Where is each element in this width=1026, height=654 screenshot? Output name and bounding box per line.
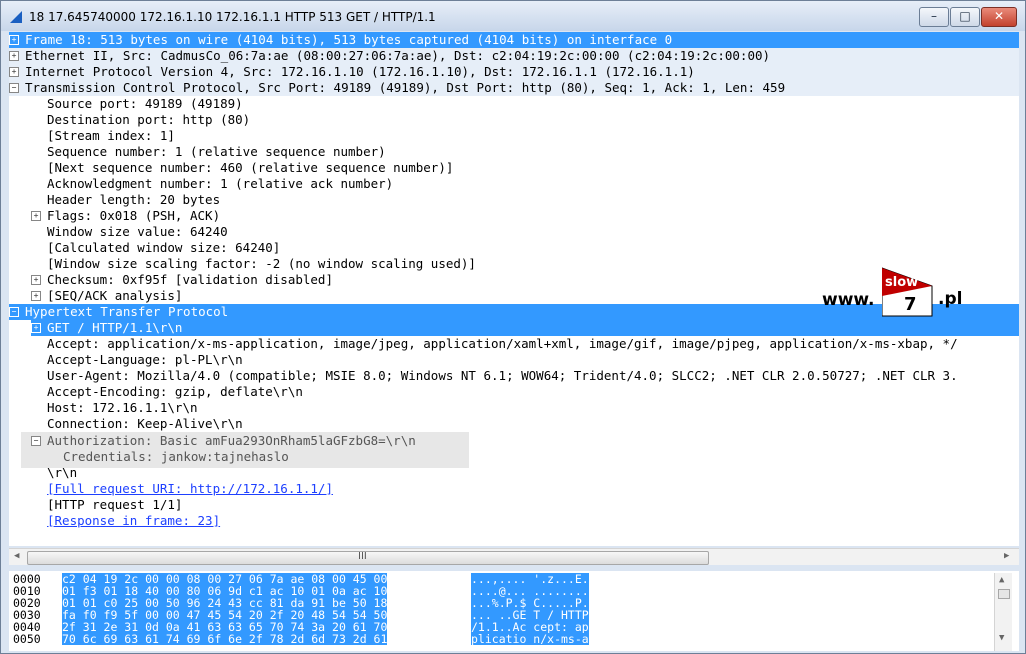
expand-icon[interactable]: + [31, 210, 41, 221]
scroll-down-icon[interactable]: ▼ [999, 633, 1004, 643]
http-user-agent[interactable]: User-Agent: Mozilla/4.0 (compatible; MSI… [47, 368, 958, 384]
tcp-header-length[interactable]: Header length: 20 bytes [47, 192, 220, 208]
hex-dump-pane[interactable]: 0000 c2 04 19 2c 00 00 08 00 27 06 7a ae … [9, 571, 1019, 651]
http-response-frame-link[interactable]: [Response in frame: 23] [47, 513, 220, 529]
tcp-checksum[interactable]: + Checksum: 0xf95f [validation disabled] [31, 272, 333, 288]
http-full-request-uri-link[interactable]: [Full request URI: http://172.16.1.1/] [47, 481, 333, 497]
tcp-ack-number[interactable]: Acknowledgment number: 1 (relative ack n… [47, 176, 393, 192]
tcp-next-sequence[interactable]: [Next sequence number: 460 (relative seq… [47, 160, 453, 176]
http-connection[interactable]: Connection: Keep-Alive\r\n [47, 416, 243, 432]
http-credentials[interactable]: Credentials: jankow:tajnehaslo [63, 449, 289, 465]
collapse-icon[interactable]: − [31, 435, 41, 446]
logo-word: slow [885, 275, 918, 290]
close-icon: ✕ [993, 9, 1005, 23]
tcp-sequence-number[interactable]: Sequence number: 1 (relative sequence nu… [47, 144, 386, 160]
minimize-icon: – [931, 9, 937, 23]
horizontal-scrollbar[interactable]: ◀ III ▶ [9, 548, 1019, 565]
maximize-icon: □ [959, 9, 971, 23]
http-accept[interactable]: Accept: application/x-ms-application, im… [47, 336, 958, 352]
scroll-right-icon[interactable]: ▶ [1004, 551, 1009, 561]
maximize-button[interactable]: □ [950, 7, 980, 27]
window-title: 18 17.645740000 172.16.1.10 172.16.1.1 H… [29, 10, 436, 24]
http-accept-language[interactable]: Accept-Language: pl-PL\r\n [47, 352, 243, 368]
title-bar: 18 17.645740000 172.16.1.10 172.16.1.1 H… [1, 1, 1025, 31]
tcp-destination-port[interactable]: Destination port: http (80) [47, 112, 250, 128]
packet-details-window: 18 17.645740000 172.16.1.10 172.16.1.1 H… [0, 0, 1026, 654]
http-request-line[interactable]: + GET / HTTP/1.1\r\n [31, 320, 1019, 336]
tcp-flags[interactable]: + Flags: 0x018 (PSH, ACK) [31, 208, 220, 224]
tcp-calculated-window[interactable]: [Calculated window size: 64240] [47, 240, 280, 256]
expand-icon[interactable]: + [9, 34, 19, 45]
http-crlf[interactable]: \r\n [47, 465, 77, 481]
tcp-stream-index[interactable]: [Stream index: 1] [47, 128, 175, 144]
scroll-left-icon[interactable]: ◀ [14, 551, 19, 561]
tree-row-tcp[interactable]: − Transmission Control Protocol, Src Port… [9, 80, 1019, 96]
http-authorization[interactable]: − Authorization: Basic amFua293OnRham5laG… [31, 433, 416, 449]
collapse-icon[interactable]: − [9, 82, 19, 93]
logo-tld: .pl [938, 289, 963, 309]
vertical-scrollbar[interactable]: ▲ ▼ [994, 573, 1012, 651]
tcp-source-port[interactable]: Source port: 49189 (49189) [47, 96, 243, 112]
slow7-badge-icon: slow 7 [882, 267, 933, 317]
scroll-up-icon[interactable]: ▲ [999, 575, 1004, 585]
tree-row-ip[interactable]: + Internet Protocol Version 4, Src: 172.1… [9, 64, 1019, 80]
logo-www: www. [822, 290, 875, 310]
tcp-seq-ack-analysis[interactable]: + [SEQ/ACK analysis] [31, 288, 182, 304]
expand-icon[interactable]: + [31, 290, 41, 301]
expand-icon[interactable]: + [9, 66, 19, 77]
expand-icon[interactable]: + [9, 50, 19, 61]
wireshark-fin-icon [10, 11, 22, 23]
tree-row-ethernet[interactable]: + Ethernet II, Src: CadmusCo_06:7a:ae (08… [9, 48, 1019, 64]
horizontal-scroll-thumb[interactable]: III [27, 551, 709, 565]
tree-row-frame[interactable]: + Frame 18: 513 bytes on wire (4104 bits)… [9, 32, 1019, 48]
slow7-watermark-logo: www. slow 7 .pl [820, 266, 968, 318]
collapse-icon[interactable]: − [9, 306, 19, 317]
close-button[interactable]: ✕ [981, 7, 1017, 27]
tcp-window-scaling[interactable]: [Window size scaling factor: -2 (no wind… [47, 256, 476, 272]
expand-icon[interactable]: + [31, 322, 41, 333]
vertical-scroll-thumb[interactable] [998, 589, 1010, 599]
http-request-count[interactable]: [HTTP request 1/1] [47, 497, 182, 513]
http-host[interactable]: Host: 172.16.1.1\r\n [47, 400, 198, 416]
logo-digit: 7 [904, 294, 917, 315]
expand-icon[interactable]: + [31, 274, 41, 285]
http-accept-encoding[interactable]: Accept-Encoding: gzip, deflate\r\n [47, 384, 303, 400]
minimize-button[interactable]: – [919, 7, 949, 27]
tcp-window-size[interactable]: Window size value: 64240 [47, 224, 228, 240]
